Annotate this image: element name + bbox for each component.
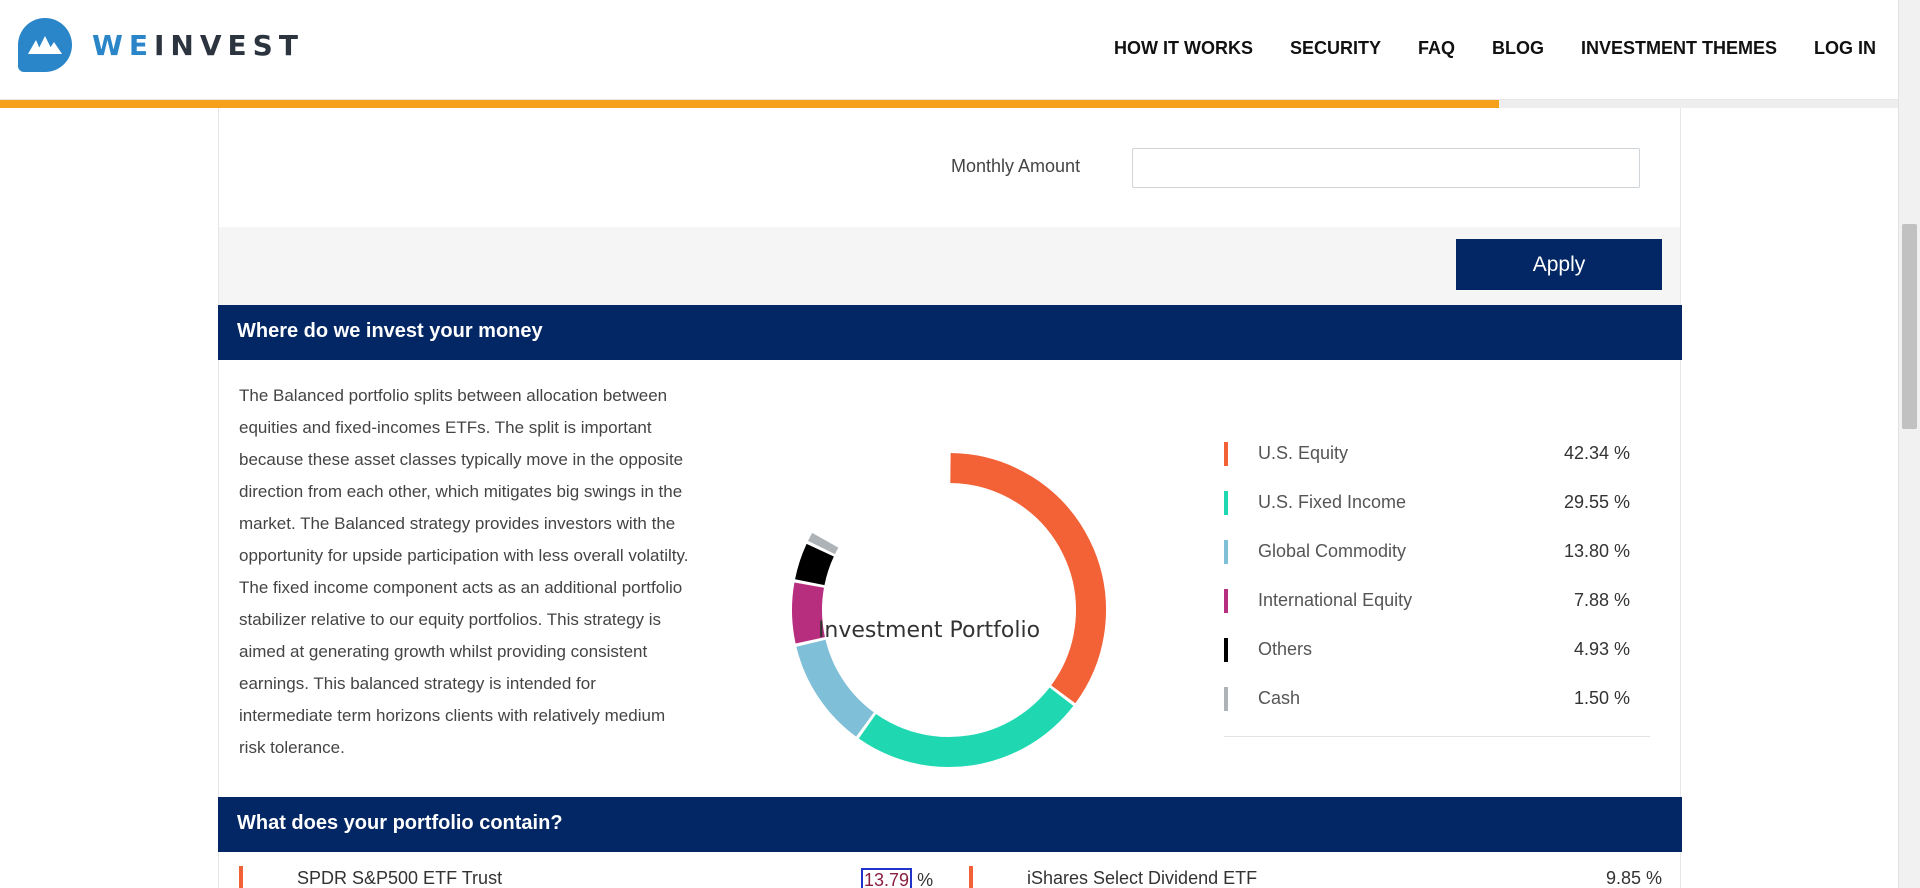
section-title-invest: Where do we invest your money — [218, 305, 1682, 360]
legend-swatch — [1224, 687, 1228, 711]
apply-button[interactable]: Apply — [1456, 239, 1662, 290]
legend-item: Others 4.93 % — [1224, 623, 1650, 672]
legend-divider — [1224, 736, 1650, 737]
legend-swatch — [1224, 638, 1228, 662]
donut-slice-global-commodity[interactable] — [796, 639, 875, 737]
legend-item: U.S. Equity 42.34 % — [1224, 427, 1650, 476]
portfolio-description: The Balanced portfolio splits between al… — [239, 386, 689, 757]
scrollbar-thumb[interactable] — [1902, 224, 1917, 429]
legend-swatch — [1224, 491, 1228, 515]
legend-swatch — [1224, 442, 1228, 466]
legend-label: Cash — [1258, 688, 1301, 708]
holding-name: iShares Select Dividend ETF — [1027, 868, 1258, 888]
legend-value: 4.93 % — [1573, 639, 1630, 659]
holding-swatch — [969, 866, 973, 888]
portfolio-donut-chart — [792, 453, 1106, 767]
legend-label: Global Commodity — [1258, 541, 1407, 561]
portfolio-card: Monthly Amount Apply Where do we invest … — [218, 90, 1682, 888]
donut-slice-u-s-fixed-income[interactable] — [858, 687, 1074, 767]
legend-swatch — [1224, 540, 1228, 564]
monthly-amount-label: Monthly Amount — [951, 156, 1081, 176]
holding-value: 13.79 % — [861, 868, 933, 888]
section-title-contains: What does your portfolio contain? — [218, 797, 1682, 852]
legend-item: U.S. Fixed Income 29.55 % — [1224, 476, 1650, 525]
donut-slice-cash[interactable] — [808, 532, 839, 555]
logo-invest: INVEST — [154, 28, 304, 62]
logo-wordmark: WEINVEST — [92, 29, 304, 62]
nav-log-in[interactable]: LOG IN — [1814, 38, 1876, 59]
legend-label: International Equity — [1258, 590, 1413, 610]
donut-slice-others[interactable] — [795, 543, 834, 586]
page-scrollbar[interactable] — [1898, 0, 1920, 888]
legend-value: 29.55 % — [1563, 492, 1630, 512]
legend-value: 1.50 % — [1573, 688, 1630, 708]
legend-label: U.S. Equity — [1258, 443, 1349, 463]
monthly-amount-input[interactable] — [1132, 148, 1640, 188]
holdings-row: SPDR S&P500 ETF Trust 13.79 % iShares Se… — [219, 862, 1682, 888]
legend-swatch — [1224, 589, 1228, 613]
legend-value: 13.80 % — [1563, 541, 1630, 561]
main-nav: HOW IT WORKS SECURITY FAQ BLOG INVESTMEN… — [1077, 38, 1876, 59]
chart-legend: U.S. Equity 42.34 % U.S. Fixed Income 29.55… — [1224, 427, 1650, 737]
chart-title: Investment Portfolio — [817, 618, 1041, 643]
legend-item: Global Commodity 13.80 % — [1224, 525, 1650, 574]
holding-value: 9.85 % — [1605, 868, 1662, 888]
legend-item: Cash 1.50 % — [1224, 672, 1650, 721]
donut-slice-u-s-equity[interactable] — [950, 453, 1106, 704]
nav-security[interactable]: SECURITY — [1290, 38, 1381, 59]
nav-how-it-works[interactable]: HOW IT WORKS — [1114, 38, 1253, 59]
nav-blog[interactable]: BLOG — [1492, 38, 1544, 59]
site-header: WEINVEST HOW IT WORKS SECURITY FAQ BLOG … — [0, 0, 1898, 100]
logo[interactable]: WEINVEST — [18, 18, 304, 72]
legend-label: Others — [1258, 639, 1313, 659]
holding-swatch — [239, 866, 243, 888]
logo-we: WE — [92, 28, 155, 62]
legend-value: 7.88 % — [1573, 590, 1630, 610]
nav-faq[interactable]: FAQ — [1418, 38, 1455, 59]
mountain-logo-icon — [18, 18, 72, 72]
holding-unit: % — [917, 870, 934, 888]
legend-item: International Equity 7.88 % — [1224, 574, 1650, 623]
holding-value-input[interactable]: 13.79 — [861, 868, 913, 888]
holding-name: SPDR S&P500 ETF Trust — [297, 868, 503, 888]
progress-fill — [0, 100, 1500, 108]
legend-value: 42.34 % — [1563, 443, 1630, 463]
nav-investment-themes[interactable]: INVESTMENT THEMES — [1581, 38, 1777, 59]
legend-label: U.S. Fixed Income — [1258, 492, 1407, 512]
progress-bar — [0, 100, 1898, 108]
